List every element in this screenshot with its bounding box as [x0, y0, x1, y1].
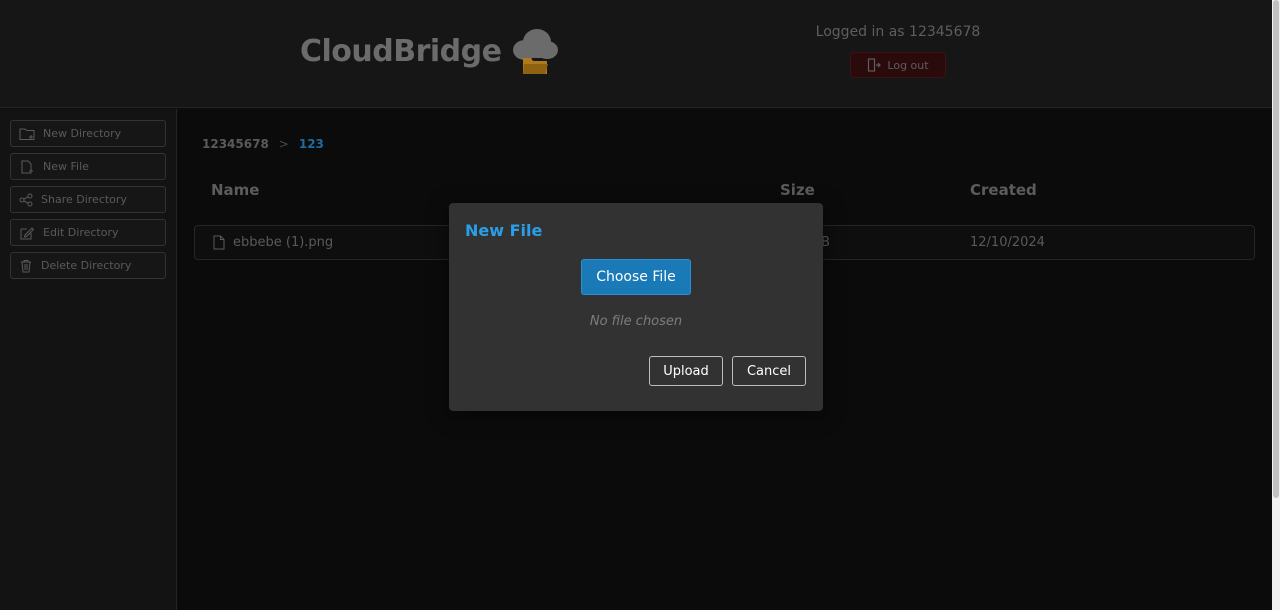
new-directory-label: New Directory — [43, 127, 122, 140]
breadcrumb: 12345678 > 123 — [202, 137, 324, 151]
column-header-created[interactable]: Created — [970, 181, 1037, 199]
file-name-cell: ebbebe (1).png — [213, 235, 333, 250]
scrollbar-thumb[interactable] — [1273, 0, 1279, 498]
logged-in-text: Logged in as 12345678 — [815, 24, 981, 40]
logout-icon — [868, 58, 882, 72]
brand: CloudBridge — [300, 28, 559, 74]
trash-icon — [21, 259, 31, 272]
edit-directory-label: Edit Directory — [43, 226, 119, 239]
file-created: 12/10/2024 — [970, 235, 1045, 250]
logout-label: Log out — [887, 58, 929, 72]
share-icon — [19, 193, 33, 206]
file-icon — [213, 235, 225, 250]
breadcrumb-separator: > — [278, 137, 289, 151]
new-file-button[interactable]: New File — [10, 153, 166, 180]
breadcrumb-current[interactable]: 123 — [299, 137, 324, 151]
modal-title: New File — [465, 221, 543, 240]
sidebar: New Directory New File Share Directory E… — [0, 109, 177, 610]
file-name: ebbebe (1).png — [233, 235, 334, 250]
share-directory-button[interactable]: Share Directory — [10, 186, 166, 213]
upload-button[interactable]: Upload — [649, 356, 723, 386]
folder-plus-icon — [19, 128, 35, 140]
column-header-size[interactable]: Size — [780, 181, 815, 199]
new-file-modal: New File Choose File No file chosen Uplo… — [449, 203, 823, 411]
file-plus-icon — [21, 160, 33, 173]
edit-icon — [20, 226, 35, 239]
user-area: Logged in as 12345678 Log out — [780, 24, 1016, 78]
cancel-button[interactable]: Cancel — [732, 356, 806, 386]
logout-button[interactable]: Log out — [850, 52, 946, 78]
new-directory-button[interactable]: New Directory — [10, 120, 166, 147]
new-file-label: New File — [43, 160, 89, 173]
column-header-name[interactable]: Name — [211, 181, 259, 199]
brand-name: CloudBridge — [300, 33, 502, 69]
scrollbar[interactable] — [1272, 0, 1280, 610]
delete-directory-label: Delete Directory — [41, 259, 132, 272]
choose-file-button[interactable]: Choose File — [581, 259, 691, 295]
cloud-folder-logo — [513, 29, 559, 74]
delete-directory-button[interactable]: Delete Directory — [10, 252, 166, 279]
no-file-chosen-text: No file chosen — [589, 314, 683, 329]
app-header: CloudBridge Logged in as 12345678 Log ou… — [0, 0, 1272, 108]
share-directory-label: Share Directory — [41, 193, 127, 206]
breadcrumb-root[interactable]: 12345678 — [202, 137, 269, 151]
edit-directory-button[interactable]: Edit Directory — [10, 219, 166, 246]
